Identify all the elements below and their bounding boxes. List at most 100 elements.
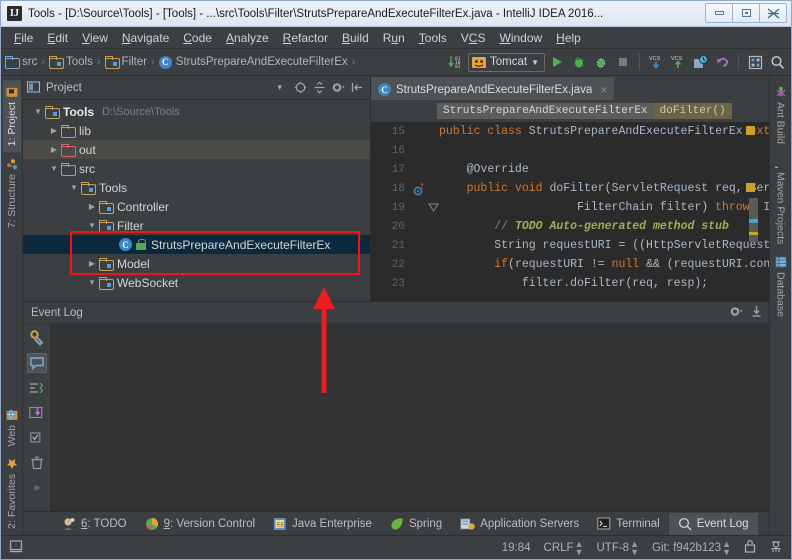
sidebar-item-favorites[interactable]: 2: Favorites	[3, 452, 21, 535]
undo-icon[interactable]	[712, 52, 732, 72]
run-configuration-selector[interactable]: Tomcat ▼	[468, 52, 545, 72]
tree-row-src[interactable]: ▼ src	[23, 159, 370, 178]
menu-window[interactable]: Window	[492, 29, 549, 47]
maximize-button[interactable]	[732, 3, 760, 23]
breadcrumb-item-class[interactable]: StrutsPrepareAndExecuteFilterEx	[176, 56, 348, 68]
menu-view[interactable]: View	[75, 29, 115, 47]
vcs-branch[interactable]: Git: f942b123 ▲ ▼	[652, 539, 731, 556]
debug-icon[interactable]	[569, 52, 589, 72]
tree-row-filter[interactable]: ▼ Filter	[23, 216, 370, 235]
event-log-content[interactable]	[51, 324, 769, 511]
override-method-icon[interactable]	[411, 181, 427, 196]
trash-icon[interactable]	[27, 453, 47, 473]
menu-analyze[interactable]: Analyze	[219, 29, 276, 47]
tree-row-model[interactable]: ▶ Model	[23, 254, 370, 273]
breadcrumb-item-src[interactable]: src	[22, 56, 37, 68]
error-stripe-marker[interactable]	[746, 183, 755, 192]
line-separator[interactable]: CRLF ▲ ▼	[544, 538, 584, 557]
close-icon[interactable]: ×	[600, 83, 607, 97]
menu-navigate[interactable]: Navigate	[115, 29, 176, 47]
fold-handle[interactable]	[427, 202, 439, 213]
updown-icon: ▲ ▼	[574, 538, 584, 557]
menu-vcs[interactable]: VCS	[454, 29, 493, 47]
coverage-icon[interactable]	[591, 52, 611, 72]
twisty-icon[interactable]: ▼	[85, 278, 99, 287]
twisty-icon[interactable]: ▼	[31, 107, 45, 116]
search-icon[interactable]	[767, 52, 787, 72]
editor-breadcrumb-method[interactable]: doFilter()	[653, 103, 732, 119]
target-icon[interactable]	[292, 79, 309, 96]
twisty-icon[interactable]: ▼	[67, 183, 81, 192]
gear-icon[interactable]	[330, 79, 347, 96]
window-title: Tools - [D:\Source\Tools] - [Tools] - ..…	[28, 7, 604, 20]
minimize-button[interactable]	[705, 3, 733, 23]
tool-window-version-control[interactable]: 9: Version Control	[136, 513, 264, 535]
menu-edit[interactable]: Edit	[40, 29, 75, 47]
error-stripe-marker[interactable]	[746, 126, 755, 135]
more-icon[interactable]: »	[27, 478, 47, 498]
menu-help[interactable]: Help	[549, 29, 588, 47]
tool-window-java-enterprise[interactable]: EE Java Enterprise	[264, 513, 381, 535]
twisty-icon[interactable]: ▶	[47, 126, 61, 135]
menu-file[interactable]: File	[7, 29, 40, 47]
caret-position[interactable]: 19:84	[502, 542, 531, 554]
menu-refactor[interactable]: Refactor	[276, 29, 335, 47]
twisty-icon[interactable]: ▼	[47, 164, 61, 173]
tool-window-terminal[interactable]: Terminal	[588, 513, 668, 535]
editor-tab-file[interactable]: C StrutsPrepareAndExecuteFilterEx.java ×	[371, 77, 615, 100]
project-tree[interactable]: ▼ Tools D:\Source\Tools ▶ lib ▶ out ▼ sr…	[23, 100, 370, 301]
read-only-lock-icon[interactable]	[744, 539, 756, 556]
menu-build[interactable]: Build	[335, 29, 376, 47]
twisty-icon[interactable]: ▼	[85, 221, 99, 230]
twisty-icon[interactable]: ▶	[47, 145, 61, 154]
console-icon[interactable]	[26, 353, 47, 373]
menu-code[interactable]: Code	[176, 29, 219, 47]
twisty-icon[interactable]: ▶	[85, 259, 99, 268]
sidebar-item-web[interactable]: Web	[3, 403, 21, 452]
settings-wrench-icon[interactable]	[27, 328, 47, 348]
breadcrumb-item-tools[interactable]: Tools	[66, 56, 93, 68]
sidebar-item-project[interactable]: 1: Project	[2, 80, 21, 153]
tree-row-selected-class[interactable]: C StrutsPrepareAndExecuteFilterEx	[23, 235, 370, 254]
tool-window-application-servers[interactable]: Application Servers	[451, 513, 588, 535]
tool-window-event-log[interactable]: Event Log	[668, 512, 758, 535]
tool-window-todo[interactable]: 6: TODO	[53, 513, 136, 535]
vcs-history-icon[interactable]	[690, 52, 710, 72]
sidebar-item-database[interactable]: Database	[772, 250, 790, 323]
run-icon[interactable]	[547, 52, 567, 72]
encoding[interactable]: UTF-8 ▲ ▼	[597, 539, 640, 556]
sort-numeric-icon[interactable]: 01 10 01	[446, 52, 466, 72]
vcs-commit-icon[interactable]: VCS	[668, 52, 688, 72]
breadcrumb-item-filter[interactable]: Filter	[122, 56, 148, 68]
expand-icon[interactable]	[27, 378, 47, 398]
collapse-all-icon[interactable]	[311, 79, 328, 96]
vcs-update-icon[interactable]: VCS	[646, 52, 666, 72]
hide-icon[interactable]	[750, 305, 763, 321]
gear-icon[interactable]	[729, 305, 744, 321]
editor-breadcrumb-class[interactable]: StrutsPrepareAndExecuteFilterEx	[437, 103, 654, 119]
export-icon[interactable]	[27, 403, 47, 423]
tree-row-controller[interactable]: ▶ Controller	[23, 197, 370, 216]
hide-icon[interactable]	[349, 79, 366, 96]
tree-row-out[interactable]: ▶ out	[23, 140, 370, 159]
menu-run[interactable]: Run	[376, 29, 412, 47]
tool-window-spring[interactable]: Spring	[381, 513, 451, 535]
code-view[interactable]: 15 public class StrutsPrepareAndExecuteF…	[371, 122, 769, 301]
chevron-down-icon[interactable]: ▾	[277, 82, 282, 93]
menu-tools[interactable]: Tools	[412, 29, 454, 47]
tree-row-lib[interactable]: ▶ lib	[23, 121, 370, 140]
sidebar-item-structure[interactable]: 7: Structure	[3, 152, 21, 234]
layout-icon[interactable]	[745, 52, 765, 72]
tree-row-websocket[interactable]: ▼ WebSocket	[23, 273, 370, 292]
close-button[interactable]	[759, 3, 787, 23]
sidebar-item-ant-build[interactable]: Ant Build	[772, 80, 790, 150]
memory-indicator-icon[interactable]	[9, 539, 24, 557]
stop-icon[interactable]	[613, 52, 633, 72]
sidebar-item-maven-projects[interactable]: m Maven Projects	[772, 150, 790, 250]
tree-row-tools-package[interactable]: ▼ Tools	[23, 178, 370, 197]
hector-icon[interactable]	[769, 539, 783, 556]
code-line: 16	[371, 141, 769, 160]
twisty-icon[interactable]: ▶	[85, 202, 99, 211]
tree-row-tools-module[interactable]: ▼ Tools D:\Source\Tools	[23, 102, 370, 121]
select-icon[interactable]	[27, 428, 47, 448]
